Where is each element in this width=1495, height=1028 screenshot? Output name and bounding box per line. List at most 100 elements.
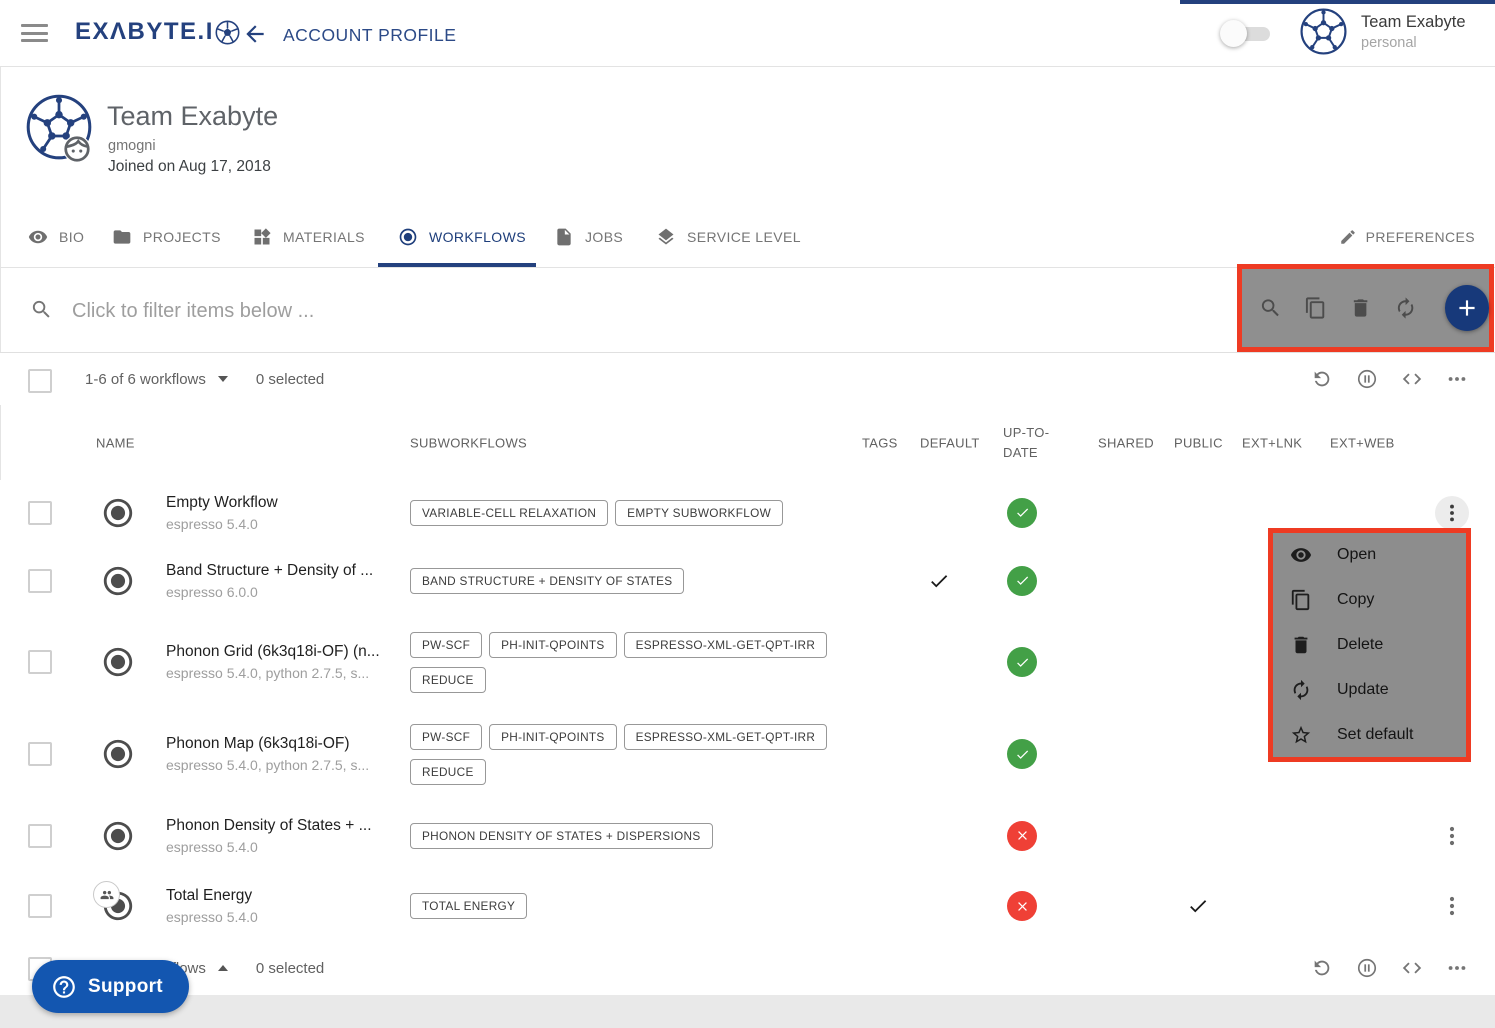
subworkflow-chip: REDUCE <box>410 667 486 693</box>
workflow-name[interactable]: Empty Workflow <box>166 494 278 512</box>
workflow-name-cell: Phonon Density of States + ...espresso 5… <box>166 800 394 871</box>
toggle-knob <box>1220 20 1247 47</box>
row-checkbox-cell <box>28 800 52 871</box>
row-checkbox[interactable] <box>28 650 52 674</box>
copy-icon[interactable] <box>1304 296 1327 320</box>
folder-icon <box>112 227 132 247</box>
logo-text: EXΛBYTE.I <box>75 18 214 46</box>
workflow-type-icon <box>101 889 135 923</box>
code-icon[interactable] <box>1401 957 1423 979</box>
tab-service-level[interactable]: SERVICE LEVEL <box>656 206 801 267</box>
subworkflows-cell: TOTAL ENERGY <box>410 871 872 941</box>
subworkflow-chip: ESPRESSO-XML-GET-QPT-IRR <box>624 724 828 750</box>
row-menu-button[interactable] <box>1440 824 1464 848</box>
default-cell <box>906 708 972 800</box>
plus-icon <box>1454 295 1480 321</box>
check-icon <box>1015 505 1030 520</box>
profile-tabs: BIO PROJECTS MATERIALS WORKFLOWS JOBS SE… <box>0 206 1495 268</box>
profile-name: Team Exabyte <box>107 101 278 132</box>
tab-materials[interactable]: MATERIALS <box>252 206 365 267</box>
undo-icon[interactable] <box>1311 368 1333 390</box>
row-checkbox[interactable] <box>28 824 52 848</box>
row-checkbox-cell <box>28 545 52 616</box>
workflow-name[interactable]: Band Structure + Density of ... <box>166 562 373 580</box>
star-icon <box>1290 724 1312 746</box>
subworkflow-chip: PH-INIT-QPOINTS <box>489 724 616 750</box>
more-vert-icon <box>1441 502 1463 524</box>
delete-icon[interactable] <box>1349 296 1372 320</box>
workflow-icon-cell <box>98 871 138 941</box>
more-horiz-icon[interactable] <box>1446 368 1468 390</box>
context-menu-item-copy[interactable]: Copy <box>1273 578 1466 623</box>
context-menu-item-update[interactable]: Update <box>1273 667 1466 712</box>
workflow-name[interactable]: Phonon Map (6k3q18i-OF) <box>166 735 350 753</box>
theme-toggle[interactable] <box>1220 20 1274 47</box>
code-icon[interactable] <box>1401 368 1423 390</box>
context-menu-item-delete[interactable]: Delete <box>1273 623 1466 668</box>
row-checkbox[interactable] <box>28 501 52 525</box>
row-context-menu: OpenCopy Delete UpdateSet default <box>1268 528 1471 762</box>
row-checkbox-cell <box>28 708 52 800</box>
default-check-icon <box>928 570 950 592</box>
exabyte-logo[interactable]: EXΛBYTE.I <box>75 18 240 46</box>
public-cell <box>1170 545 1226 616</box>
row-menu-button[interactable] <box>1435 496 1469 530</box>
hamburger-menu-icon[interactable] <box>21 24 48 42</box>
workflow-meta: espresso 5.4.0, python 2.7.5, s... <box>166 665 369 681</box>
back-arrow-icon[interactable] <box>242 21 268 47</box>
support-button[interactable]: Support <box>32 960 189 1013</box>
list-toolbar-bottom: 1-6 of 6 workflows 0 selected <box>0 941 1495 996</box>
row-menu-button[interactable] <box>1440 894 1464 918</box>
trash-icon <box>1290 634 1312 656</box>
tab-jobs[interactable]: JOBS <box>554 206 623 267</box>
select-all-checkbox[interactable] <box>28 369 52 393</box>
cross-icon <box>1015 828 1030 843</box>
add-workflow-button[interactable] <box>1445 285 1489 331</box>
pause-icon[interactable] <box>1356 368 1378 390</box>
workflow-name[interactable]: Phonon Density of States + ... <box>166 817 372 835</box>
public-cell <box>1170 616 1226 708</box>
filter-input[interactable] <box>70 288 1074 334</box>
context-menu-item-open[interactable]: Open <box>1273 533 1466 578</box>
tab-label: BIO <box>59 229 84 245</box>
workflow-name-cell: Phonon Grid (6k3q18i-OF) (n... espresso 5… <box>166 616 394 708</box>
row-checkbox[interactable] <box>28 569 52 593</box>
tab-projects[interactable]: PROJECTS <box>112 206 221 267</box>
workflow-name-cell: Phonon Map (6k3q18i-OF)espresso 5.4.0, p… <box>166 708 394 800</box>
chevron-up-icon[interactable] <box>218 965 228 971</box>
eye-icon <box>1290 544 1312 566</box>
default-cell <box>906 871 972 941</box>
context-menu-item-set-default[interactable]: Set default <box>1273 712 1466 757</box>
workflow-name[interactable]: Total Energy <box>166 887 252 905</box>
more-horiz-icon[interactable] <box>1446 957 1468 979</box>
support-label: Support <box>88 976 163 998</box>
workflow-name[interactable]: Phonon Grid (6k3q18i-OF) (n... <box>166 643 380 661</box>
search-icon[interactable] <box>1259 296 1282 320</box>
row-checkbox[interactable] <box>28 894 52 918</box>
update-icon[interactable] <box>1394 296 1417 320</box>
subworkflow-chip: PW-SCF <box>410 724 482 750</box>
header-account-menu[interactable]: Team Exabyte personal <box>1300 8 1466 55</box>
pause-icon[interactable] <box>1356 957 1378 979</box>
tab-workflows[interactable]: WORKFLOWS <box>398 206 526 267</box>
table-row: Phonon Density of States + ...espresso 5… <box>0 800 1495 872</box>
column-header-extweb: EXT+WEB <box>1330 435 1395 450</box>
subworkflows-cell: PW-SCF PH-INIT-QPOINTS ESPRESSO-XML-GET-QP… <box>410 708 872 800</box>
soccer-ball-icon <box>215 20 240 45</box>
column-header-up-to-date: UP-TO-DATE <box>1003 422 1059 462</box>
preferences-button[interactable]: PREFERENCES <box>1339 206 1475 267</box>
subworkflow-chip: EMPTY SUBWORKFLOW <box>615 500 783 526</box>
tab-bio[interactable]: BIO <box>28 206 84 267</box>
context-menu-label: Delete <box>1337 636 1383 654</box>
subworkflow-chip: PHONON DENSITY OF STATES + DISPERSIONS <box>410 823 713 849</box>
row-checkbox[interactable] <box>28 742 52 766</box>
up-to-date-badge <box>1007 821 1037 851</box>
check-icon <box>1015 573 1030 588</box>
account-avatar <box>1300 8 1347 55</box>
workflow-icon-cell <box>98 616 138 708</box>
default-cell <box>906 545 972 616</box>
copy-icon <box>1290 589 1312 611</box>
undo-icon[interactable] <box>1311 957 1333 979</box>
chevron-down-icon[interactable] <box>218 376 228 382</box>
tab-label: PROJECTS <box>143 229 221 245</box>
